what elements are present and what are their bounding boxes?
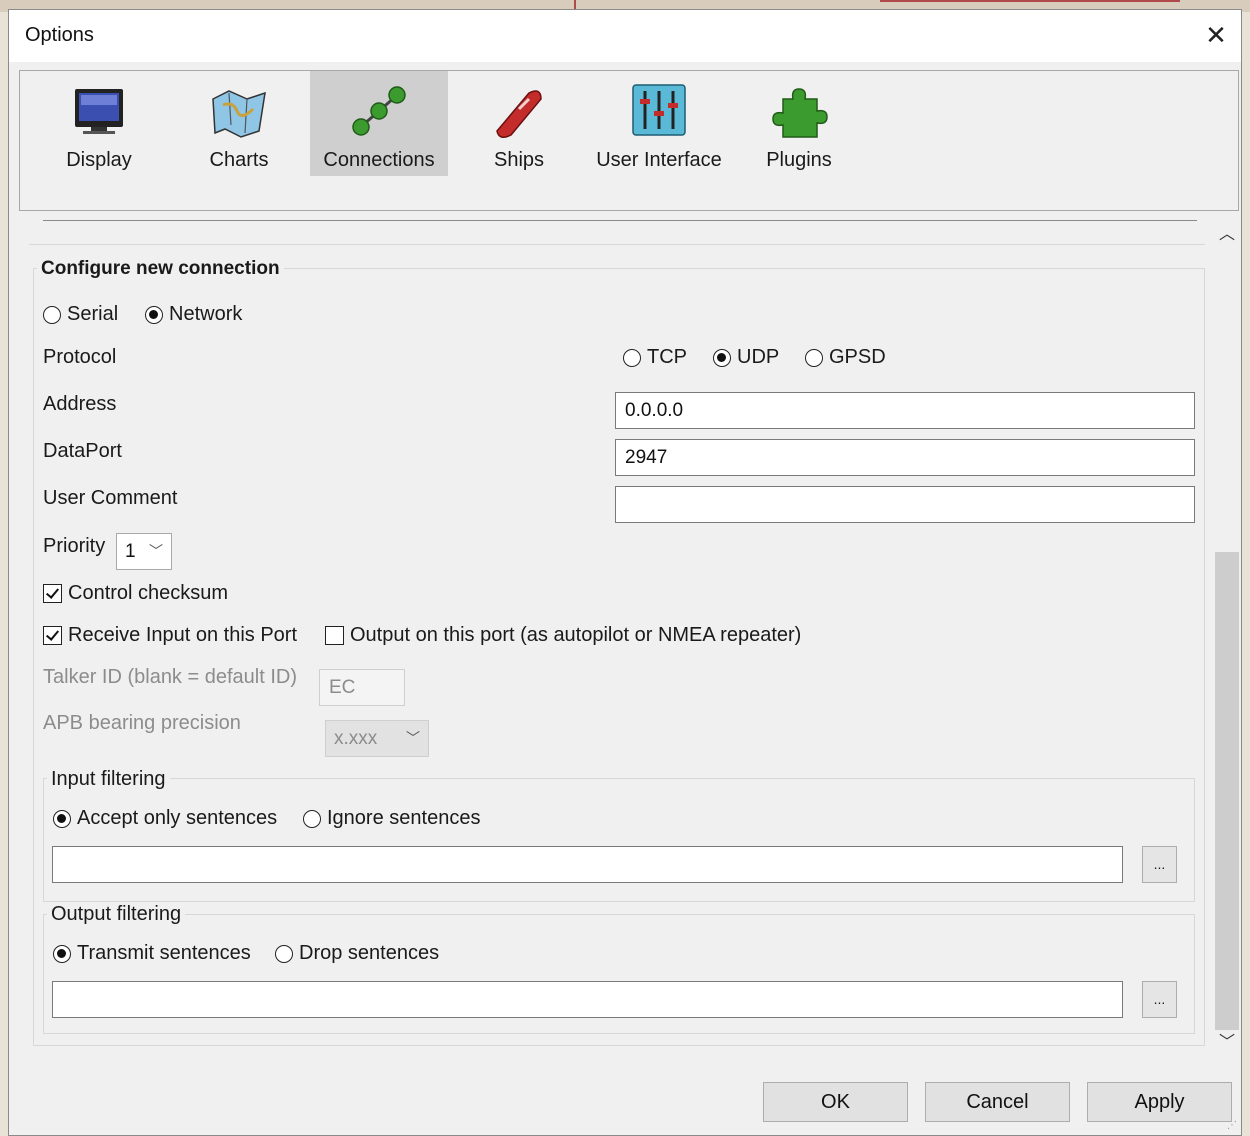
sliders-icon [632, 84, 686, 136]
checkbox-indicator [43, 584, 62, 603]
separator-line [29, 244, 1205, 245]
radio-label: GPSD [829, 346, 886, 368]
radio-label: Transmit sentences [77, 942, 251, 964]
tab-charts[interactable]: Charts [170, 71, 308, 176]
cancel-button[interactable]: Cancel [925, 1082, 1070, 1122]
talker-id-label: Talker ID (blank = default ID) [43, 666, 297, 688]
resize-grip-icon[interactable]: ⋰ [1227, 1120, 1237, 1131]
connections-panel: Configure new connection Serial Network … [19, 220, 1213, 1060]
radio-udp[interactable]: UDP [713, 346, 779, 369]
puzzle-icon [772, 88, 828, 138]
receive-input-checkbox[interactable]: Receive Input on this Port [43, 624, 297, 647]
priority-value: 1 [125, 541, 136, 562]
radio-indicator [145, 305, 163, 324]
radio-label: Drop sentences [299, 942, 440, 964]
checkbox-label: Output on this port (as autopilot or NME… [350, 624, 802, 646]
monitor-icon [75, 89, 123, 134]
radio-label: Accept only sentences [77, 807, 278, 829]
options-dialog: Options ✕ Display Charts Connections Shi… [8, 9, 1242, 1136]
background-chart-line [880, 0, 1180, 2]
radio-indicator [43, 305, 61, 324]
radio-label: Network [169, 303, 243, 325]
radio-indicator [623, 348, 641, 367]
priority-label: Priority [43, 535, 106, 557]
radio-label: UDP [737, 346, 780, 368]
radio-tcp[interactable]: TCP [623, 346, 687, 369]
checkbox-indicator [325, 626, 344, 645]
talker-id-input[interactable]: EC [319, 669, 405, 706]
radio-indicator [53, 809, 71, 828]
tab-label: Ships [493, 149, 545, 171]
scroll-thumb[interactable] [1215, 552, 1239, 1030]
radio-serial[interactable]: Serial [43, 303, 118, 326]
checkbox-indicator [43, 626, 62, 645]
dataport-input[interactable]: 2947 [615, 439, 1195, 476]
apply-button[interactable]: Apply [1087, 1082, 1232, 1122]
radio-accept-only-sentences[interactable]: Accept only sentences [53, 807, 277, 830]
radio-indicator [805, 348, 823, 367]
radio-network[interactable]: Network [145, 303, 242, 326]
ok-button[interactable]: OK [763, 1082, 908, 1122]
tab-label: Plugins [766, 149, 832, 171]
radio-indicator [713, 348, 731, 367]
tab-display[interactable]: Display [30, 71, 168, 176]
output-port-checkbox[interactable]: Output on this port (as autopilot or NME… [325, 624, 801, 647]
chart-map-icon [212, 90, 266, 138]
group-title: Configure new connection [37, 258, 284, 280]
group-title: Output filtering [47, 903, 186, 926]
tab-connections[interactable]: Connections [310, 71, 448, 176]
apb-precision-label: APB bearing precision [43, 712, 241, 734]
radio-ignore-sentences[interactable]: Ignore sentences [303, 807, 480, 830]
radio-indicator [303, 809, 321, 828]
ship-icon [496, 90, 542, 138]
tab-plugins[interactable]: Plugins [730, 71, 868, 176]
user-comment-input[interactable] [615, 486, 1195, 523]
radio-transmit-sentences[interactable]: Transmit sentences [53, 942, 251, 965]
close-icon[interactable]: ✕ [1201, 18, 1231, 52]
dataport-label: DataPort [43, 440, 122, 462]
radio-drop-sentences[interactable]: Drop sentences [275, 942, 439, 965]
input-filter-browse-button[interactable]: ... [1142, 846, 1177, 883]
scroll-down-icon[interactable]: ﹀ [1213, 1029, 1241, 1057]
radio-label: TCP [647, 346, 687, 368]
radio-gpsd[interactable]: GPSD [805, 346, 886, 369]
window-title: Options [25, 24, 94, 46]
group-title: Input filtering [47, 768, 170, 791]
vertical-scrollbar[interactable]: ︿ ﹀ [1213, 221, 1241, 1057]
radio-label: Ignore sentences [327, 807, 481, 829]
address-input[interactable]: 0.0.0.0 [615, 392, 1195, 429]
scroll-up-icon[interactable]: ︿ [1213, 221, 1241, 249]
separator-line [43, 220, 1197, 221]
radio-label: Serial [67, 303, 119, 325]
connections-icon [352, 86, 406, 136]
control-checksum-checkbox[interactable]: Control checksum [43, 582, 228, 605]
checkbox-label: Receive Input on this Port [68, 624, 298, 646]
tab-label: User Interface [596, 149, 722, 171]
output-filter-browse-button[interactable]: ... [1142, 981, 1177, 1018]
checkbox-label: Control checksum [68, 582, 229, 604]
tab-user-interface[interactable]: User Interface [590, 71, 728, 176]
protocol-label: Protocol [43, 346, 117, 368]
chevron-down-icon: ﹀ [406, 730, 420, 746]
user-comment-label: User Comment [43, 487, 178, 509]
radio-indicator [275, 944, 293, 963]
address-label: Address [43, 393, 117, 415]
apb-precision-select[interactable]: x.xxx ﹀ [325, 720, 429, 757]
radio-indicator [53, 944, 71, 963]
tab-label: Display [66, 149, 132, 171]
tab-label: Charts [209, 149, 269, 171]
options-toolbar: Display Charts Connections Ships User In… [19, 70, 1239, 211]
input-filtering-group [43, 778, 1195, 902]
apb-precision-value: x.xxx [334, 728, 378, 749]
tab-label: Connections [323, 149, 435, 171]
priority-select[interactable]: 1 ﹀ [116, 533, 172, 570]
tab-ships[interactable]: Ships [450, 71, 588, 176]
input-filter-sentences-input[interactable] [52, 846, 1123, 883]
output-filter-sentences-input[interactable] [52, 981, 1123, 1018]
chevron-down-icon: ﹀ [149, 543, 163, 559]
title-bar: Options ✕ [9, 10, 1241, 62]
